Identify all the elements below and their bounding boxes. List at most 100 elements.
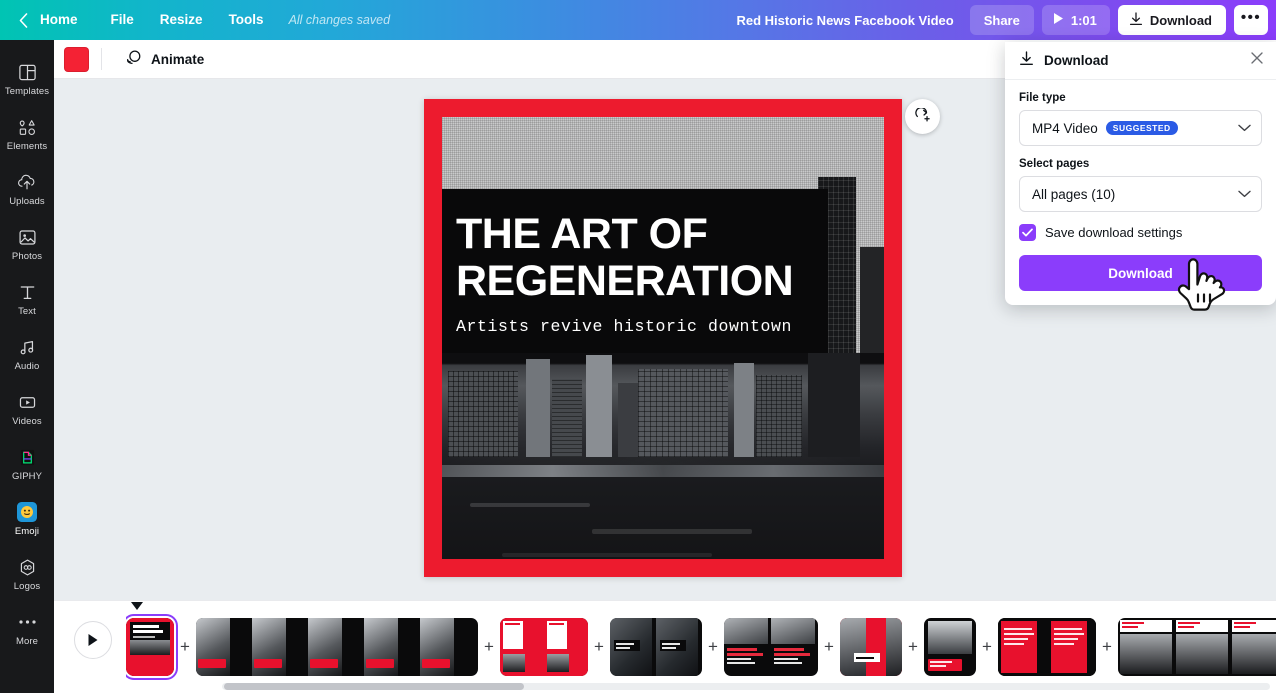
design-headline: THE ART OF REGENERATION: [456, 211, 828, 305]
water-reflection-3: [502, 553, 712, 557]
duration-label: 1:01: [1071, 13, 1097, 28]
add-page-button[interactable]: +: [174, 637, 196, 657]
sidebar-item-photos[interactable]: Photos: [0, 217, 54, 271]
timeline-frame[interactable]: [771, 618, 818, 676]
sidebar-item-uploads[interactable]: Uploads: [0, 162, 54, 216]
sidebar-item-templates[interactable]: Templates: [0, 52, 54, 106]
left-rail: Templates Elements Uploads Photos Text: [0, 40, 54, 693]
share-button[interactable]: Share: [970, 5, 1034, 35]
giphy-icon: [18, 447, 37, 468]
timeline-strip[interactable]: +: [126, 609, 1276, 685]
timeline-scene[interactable]: [1118, 618, 1276, 676]
design-page[interactable]: THE ART OF REGENERATION Artists revive h…: [424, 99, 902, 577]
add-page-button[interactable]: +: [818, 637, 840, 657]
sidebar-label-templates: Templates: [5, 86, 49, 97]
sidebar-label-elements: Elements: [7, 141, 47, 152]
preview-play-button[interactable]: 1:01: [1042, 5, 1110, 35]
file-type-select[interactable]: MP4 Video SUGGESTED: [1019, 110, 1262, 146]
timeline-scene[interactable]: [500, 618, 588, 676]
skyline-block-3: [552, 379, 582, 457]
sidebar-item-audio[interactable]: Audio: [0, 327, 54, 381]
add-page-button[interactable]: +: [588, 637, 610, 657]
add-page-button[interactable]: +: [478, 637, 500, 657]
timeline-scene[interactable]: [610, 618, 702, 676]
save-settings-checkbox-row[interactable]: Save download settings: [1019, 224, 1262, 241]
emoji-icon: [16, 502, 38, 523]
download-submit-button[interactable]: Download: [1019, 255, 1262, 291]
timeline-play-button[interactable]: [74, 621, 112, 659]
timeline-frame[interactable]: [924, 618, 976, 676]
timeline-scene[interactable]: [924, 618, 976, 676]
sidebar-label-videos: Videos: [12, 416, 41, 427]
water-reflection-2: [592, 529, 752, 534]
select-pages-select[interactable]: All pages (10): [1019, 176, 1262, 212]
save-settings-checkbox[interactable]: [1019, 224, 1036, 241]
timeline-frame[interactable]: [1118, 618, 1174, 676]
timeline-scene[interactable]: [724, 618, 818, 676]
add-page-button[interactable]: +: [1096, 637, 1118, 657]
timeline-frame[interactable]: [500, 618, 544, 676]
download-panel-header: Download: [1005, 42, 1276, 80]
sidebar-item-text[interactable]: Text: [0, 272, 54, 326]
timeline-frame[interactable]: [1047, 618, 1096, 676]
close-x-icon[interactable]: [1250, 51, 1264, 70]
timeline-frame[interactable]: [196, 618, 252, 676]
skyline-block-6: [638, 369, 728, 457]
timeline-frame[interactable]: [998, 618, 1047, 676]
timeline-frame[interactable]: [252, 618, 308, 676]
timeline-frame[interactable]: [364, 618, 420, 676]
page-timeline: +: [54, 600, 1276, 693]
back-chevron-icon[interactable]: [10, 0, 36, 40]
top-bar-right: Red Historic News Facebook Video Share 1…: [729, 5, 1276, 35]
chevron-down-icon: [1238, 119, 1251, 137]
canva-editor: Home File Resize Tools All changes saved…: [0, 0, 1276, 693]
sidebar-label-logos: Logos: [14, 581, 40, 592]
more-options-button[interactable]: •••: [1234, 5, 1268, 35]
menu-resize[interactable]: Resize: [147, 0, 216, 40]
add-page-button[interactable]: +: [902, 637, 924, 657]
timeline-frame[interactable]: [544, 618, 588, 676]
menu-home[interactable]: Home: [36, 0, 98, 40]
sidebar-item-logos[interactable]: Logos: [0, 547, 54, 601]
menu-tools[interactable]: Tools: [216, 0, 277, 40]
playhead-marker-icon: [131, 602, 143, 610]
sidebar-item-emoji[interactable]: Emoji: [0, 492, 54, 546]
document-title[interactable]: Red Historic News Facebook Video: [729, 13, 962, 28]
sidebar-item-elements[interactable]: Elements: [0, 107, 54, 161]
timeline-frame[interactable]: [420, 618, 478, 676]
timeline-frame[interactable]: [724, 618, 771, 676]
design-text-block[interactable]: THE ART OF REGENERATION Artists revive h…: [442, 189, 828, 353]
file-type-value: MP4 Video: [1032, 121, 1098, 136]
sidebar-label-audio: Audio: [15, 361, 40, 372]
color-swatch-button[interactable]: [64, 47, 89, 72]
add-page-button[interactable]: +: [976, 637, 998, 657]
chevron-down-icon: [1238, 185, 1251, 203]
sidebar-item-giphy[interactable]: GIPHY: [0, 437, 54, 491]
animate-button[interactable]: Animate: [114, 45, 214, 73]
top-bar-left: Home File Resize Tools All changes saved: [0, 0, 390, 40]
timeline-scene[interactable]: [126, 618, 174, 676]
rotate-add-icon[interactable]: [905, 99, 940, 134]
download-button[interactable]: Download: [1118, 5, 1226, 35]
timeline-frame[interactable]: [656, 618, 702, 676]
timeline-scene[interactable]: [196, 618, 478, 676]
timeline-scene[interactable]: [840, 618, 902, 676]
timeline-scrollbar-thumb[interactable]: [224, 683, 524, 690]
logos-icon: [18, 557, 37, 578]
timeline-frame[interactable]: [610, 618, 656, 676]
timeline-frame[interactable]: [1230, 618, 1276, 676]
download-icon: [1129, 12, 1143, 29]
timeline-frame[interactable]: [126, 618, 174, 676]
timeline-frame[interactable]: [840, 618, 902, 676]
menu-file[interactable]: File: [98, 0, 147, 40]
timeline-frame[interactable]: [1174, 618, 1230, 676]
download-panel-body: File type MP4 Video SUGGESTED Select pag…: [1005, 80, 1276, 305]
sidebar-item-videos[interactable]: Videos: [0, 382, 54, 436]
design-subheadline: Artists revive historic downtown: [456, 317, 828, 336]
select-pages-label: Select pages: [1019, 158, 1262, 170]
timeline-frame[interactable]: [308, 618, 364, 676]
sidebar-item-more[interactable]: More: [0, 602, 54, 656]
add-page-button[interactable]: +: [702, 637, 724, 657]
timeline-scene[interactable]: [998, 618, 1096, 676]
download-button-label: Download: [1150, 13, 1212, 28]
